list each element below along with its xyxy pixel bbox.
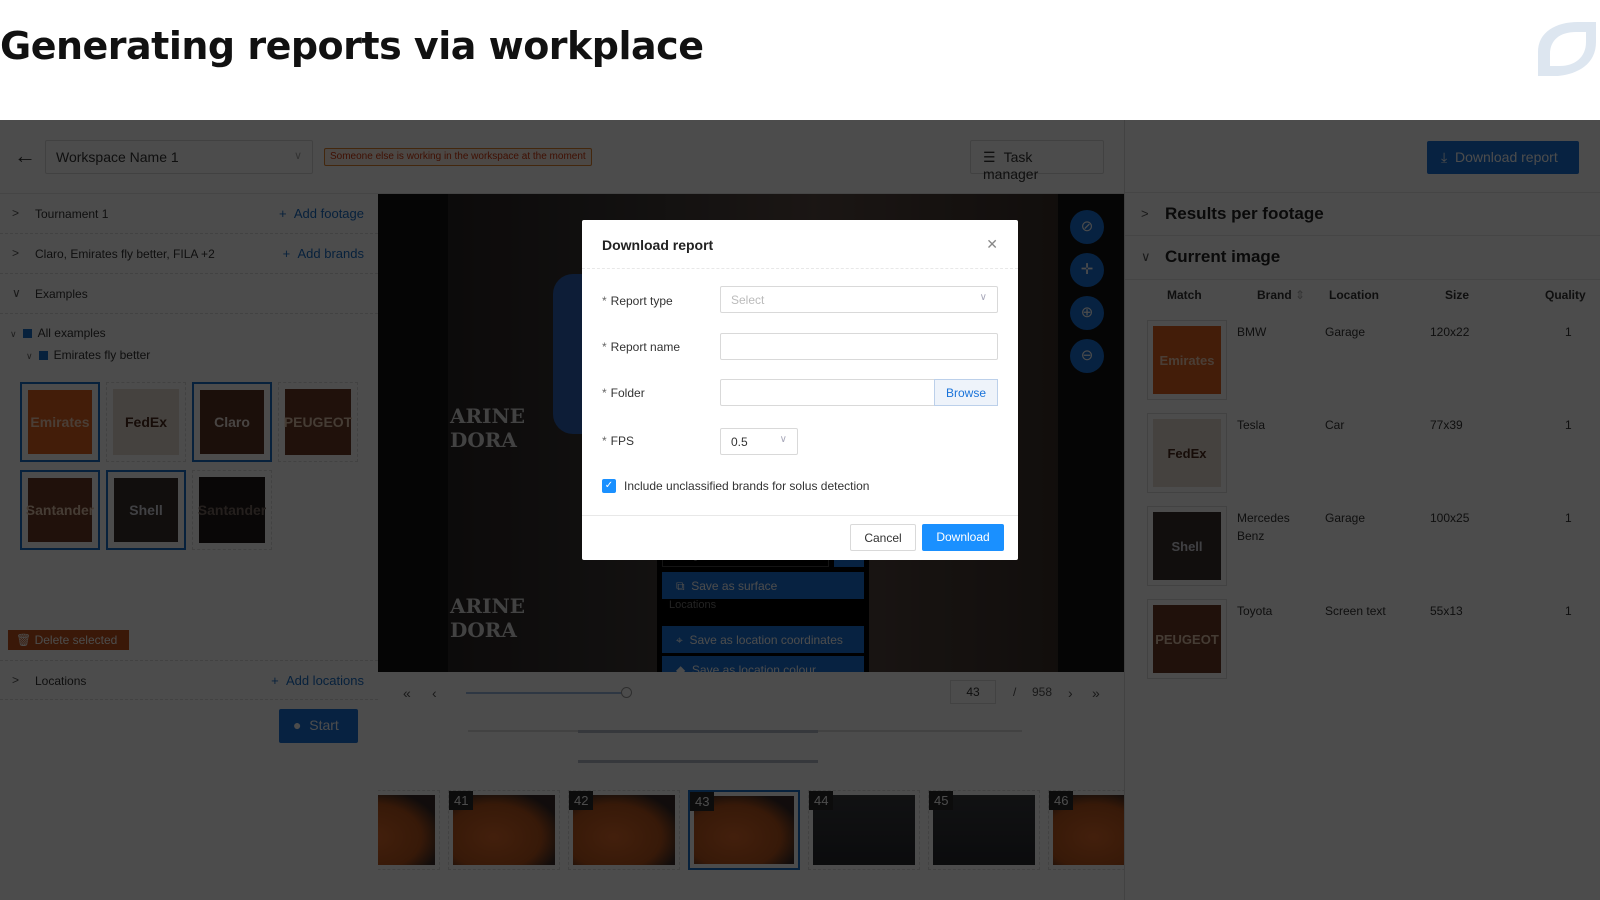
folder-input[interactable]: Browse [720, 379, 998, 406]
browse-button[interactable]: Browse [934, 379, 998, 406]
report-name-input[interactable] [720, 333, 998, 360]
chevron-down-icon: ∨ [979, 292, 987, 303]
close-icon[interactable]: ✕ [986, 236, 998, 253]
include-unclassified-label[interactable]: Include unclassified brands for solus de… [624, 479, 869, 493]
dialog-title: Download report [602, 237, 714, 253]
report-name-label: * Report name [602, 340, 681, 354]
slide-title: Generating reports via workplace [0, 24, 704, 68]
fps-label: * FPS [602, 434, 635, 448]
slide-header: Generating reports via workplace [0, 0, 1600, 120]
dialog-header: Download report ✕ [582, 220, 1018, 269]
download-button[interactable]: Download [922, 524, 1004, 551]
chevron-down-icon: ∨ [779, 434, 787, 445]
dialog-footer-divider [582, 515, 1018, 516]
report-type-select[interactable]: Select ∨ [720, 286, 998, 313]
cancel-button[interactable]: Cancel [850, 524, 916, 551]
folder-label: * Folder [602, 386, 645, 400]
include-unclassified-checkbox[interactable]: ✓ [602, 479, 616, 493]
leaf-logo-icon [1538, 22, 1596, 76]
report-type-label: * Report type [602, 294, 673, 308]
report-type-placeholder: Select [731, 293, 765, 307]
fps-select[interactable]: 0.5 ∨ [720, 428, 798, 455]
fps-value: 0.5 [731, 435, 748, 449]
download-report-dialog: Download report ✕ * Report type Select ∨ … [582, 220, 1018, 560]
